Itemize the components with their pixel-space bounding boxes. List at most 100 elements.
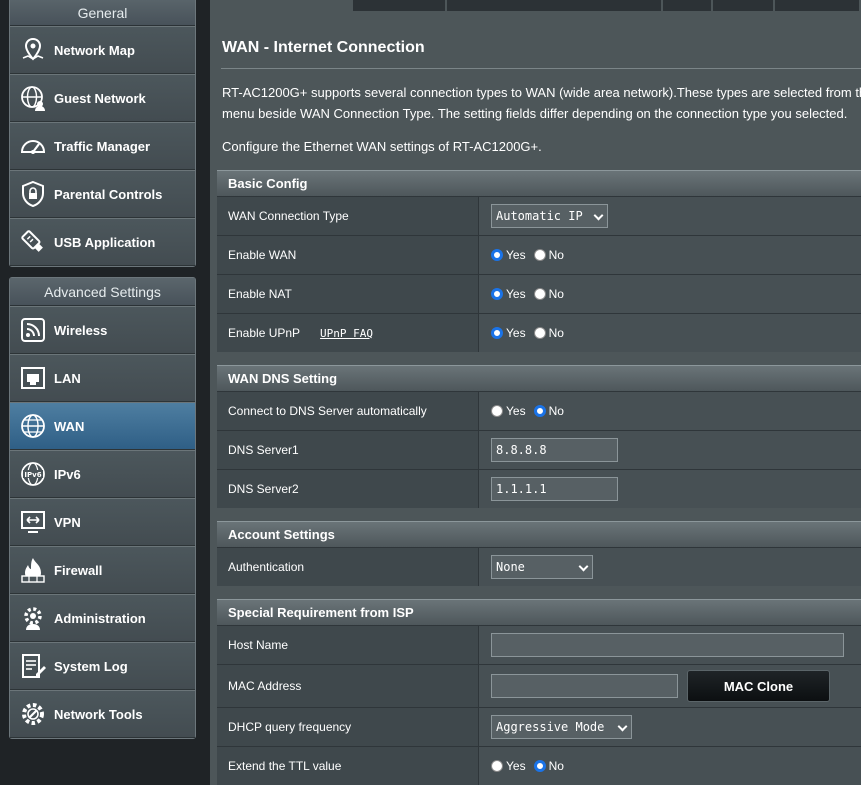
mac-address-label: MAC Address [217,665,479,707]
sidebar-item-usb-application[interactable]: USB Application [10,218,195,266]
wan-globe-icon [18,411,48,441]
enable-upnp-row: Enable UPnP UPnP FAQ Yes No [217,313,861,352]
authentication-select[interactable]: None [491,555,593,579]
dhcp-frequency-label: DHCP query frequency [217,708,479,746]
enable-upnp-label: Enable UPnP [228,326,301,340]
sidebar-item-lan[interactable]: LAN [10,354,195,402]
sidebar-item-ipv6[interactable]: IPv6 IPv6 [10,450,195,498]
dns-server2-input[interactable]: 1.1.1.1 [491,477,618,501]
wan-connection-type-row: WAN Connection Type Automatic IP [217,196,861,235]
sidebar-item-network-map[interactable]: Network Map [10,26,195,74]
radio-checked-icon [491,327,503,339]
wan-dns-section: WAN DNS Setting Connect to DNS Server au… [217,365,861,508]
upnp-faq-link[interactable]: UPnP FAQ [320,327,373,340]
firewall-icon [18,555,48,585]
description-line-2: menu beside WAN Connection Type. The set… [222,106,848,121]
radio-yes-label: Yes [506,404,526,418]
radio-no-label: No [548,248,564,262]
account-settings-header: Account Settings [217,521,861,547]
wan-connection-type-value: Automatic IP [496,209,583,223]
radio-unchecked-icon [533,327,546,339]
account-settings-section: Account Settings Authentication None [217,521,861,586]
vpn-icon [18,507,48,537]
dns-server2-row: DNS Server2 1.1.1.1 [217,469,861,508]
host-name-row: Host Name [217,625,861,664]
title-divider [221,68,861,69]
sidebar-item-guest-network[interactable]: Guest Network [10,74,195,122]
dhcp-frequency-value: Aggressive Mode [496,720,605,734]
enable-nat-label: Enable NAT [217,275,479,313]
sidebar-item-label: WAN [54,418,85,434]
extend-ttl-no-radio[interactable]: No [533,759,568,773]
sidebar-item-administration[interactable]: Administration [10,594,195,642]
sidebar-general-title: General [10,0,195,26]
basic-config-header: Basic Config [217,170,861,196]
lan-icon [18,363,48,393]
page-title: WAN - Internet Connection [222,39,425,56]
sidebar-item-firewall[interactable]: Firewall [10,546,195,594]
authentication-value: None [496,560,525,574]
enable-upnp-label-cell: Enable UPnP UPnP FAQ [217,314,479,352]
enable-wan-label: Enable WAN [217,236,479,274]
enable-wan-row: Enable WAN Yes No [217,235,861,274]
sidebar-item-label: Parental Controls [54,186,163,202]
mac-clone-button[interactable]: MAC Clone [687,670,830,702]
enable-wan-yes-radio[interactable]: Yes [491,248,530,262]
enable-nat-yes-radio[interactable]: Yes [491,287,530,301]
enable-upnp-yes-radio[interactable]: Yes [491,326,530,340]
top-tab[interactable] [663,0,713,11]
dns-server1-label: DNS Server1 [217,431,479,469]
dns-server2-label: DNS Server2 [217,470,479,508]
chevron-down-icon [617,721,628,732]
description-line-1: RT-AC1200G+ supports several connection … [222,85,861,100]
sidebar-item-traffic-manager[interactable]: Traffic Manager [10,122,195,170]
network-map-icon [18,35,48,65]
wan-connection-type-label: WAN Connection Type [217,197,479,235]
sidebar-item-label: VPN [54,514,81,530]
sidebar-item-system-log[interactable]: System Log [10,642,195,690]
radio-unchecked-icon [491,405,503,417]
radio-checked-icon [491,249,503,261]
chevron-down-icon [578,561,589,572]
radio-no-label: No [548,759,564,773]
page-description: RT-AC1200G+ supports several connection … [222,82,861,124]
enable-nat-no-radio[interactable]: No [533,287,568,301]
radio-checked-icon [533,405,546,417]
enable-upnp-no-radio[interactable]: No [533,326,568,340]
top-tab[interactable] [775,0,861,11]
sidebar-item-parental-controls[interactable]: Parental Controls [10,170,195,218]
extend-ttl-label: Extend the TTL value [217,747,479,785]
dhcp-frequency-select[interactable]: Aggressive Mode [491,715,632,739]
chevron-down-icon [593,210,604,221]
dns-auto-yes-radio[interactable]: Yes [491,404,530,418]
main-panel: WAN - Internet Connection RT-AC1200G+ su… [210,0,861,785]
dhcp-frequency-row: DHCP query frequency Aggressive Mode [217,707,861,746]
enable-wan-no-radio[interactable]: No [533,248,568,262]
host-name-label: Host Name [217,626,479,664]
radio-unchecked-icon [533,249,546,261]
extend-ttl-yes-radio[interactable]: Yes [491,759,530,773]
wan-connection-type-select[interactable]: Automatic IP [491,204,608,228]
ipv6-icon: IPv6 [18,459,48,489]
sidebar-general-group: General Network Map Guest Network Traffi… [9,0,196,267]
wireless-icon [18,315,48,345]
dns-auto-no-radio[interactable]: No [533,404,568,418]
administration-gear-icon [18,603,48,633]
configure-description: Configure the Ethernet WAN settings of R… [222,139,542,154]
sidebar-item-network-tools[interactable]: Network Tools [10,690,195,738]
top-tab[interactable] [447,0,663,11]
mac-address-input[interactable] [491,674,678,698]
sidebar-item-wireless[interactable]: Wireless [10,306,195,354]
sidebar-item-label: System Log [54,658,128,674]
host-name-input[interactable] [491,633,844,657]
authentication-label: Authentication [217,548,479,586]
sidebar-item-label: IPv6 [54,466,81,482]
radio-yes-label: Yes [506,326,526,340]
top-tab[interactable] [353,0,447,11]
dns-server1-input[interactable]: 8.8.8.8 [491,438,618,462]
system-log-icon [18,651,48,681]
sidebar-item-wan[interactable]: WAN [10,402,195,450]
guest-network-icon [18,83,48,113]
top-tab[interactable] [713,0,775,11]
sidebar-item-vpn[interactable]: VPN [10,498,195,546]
